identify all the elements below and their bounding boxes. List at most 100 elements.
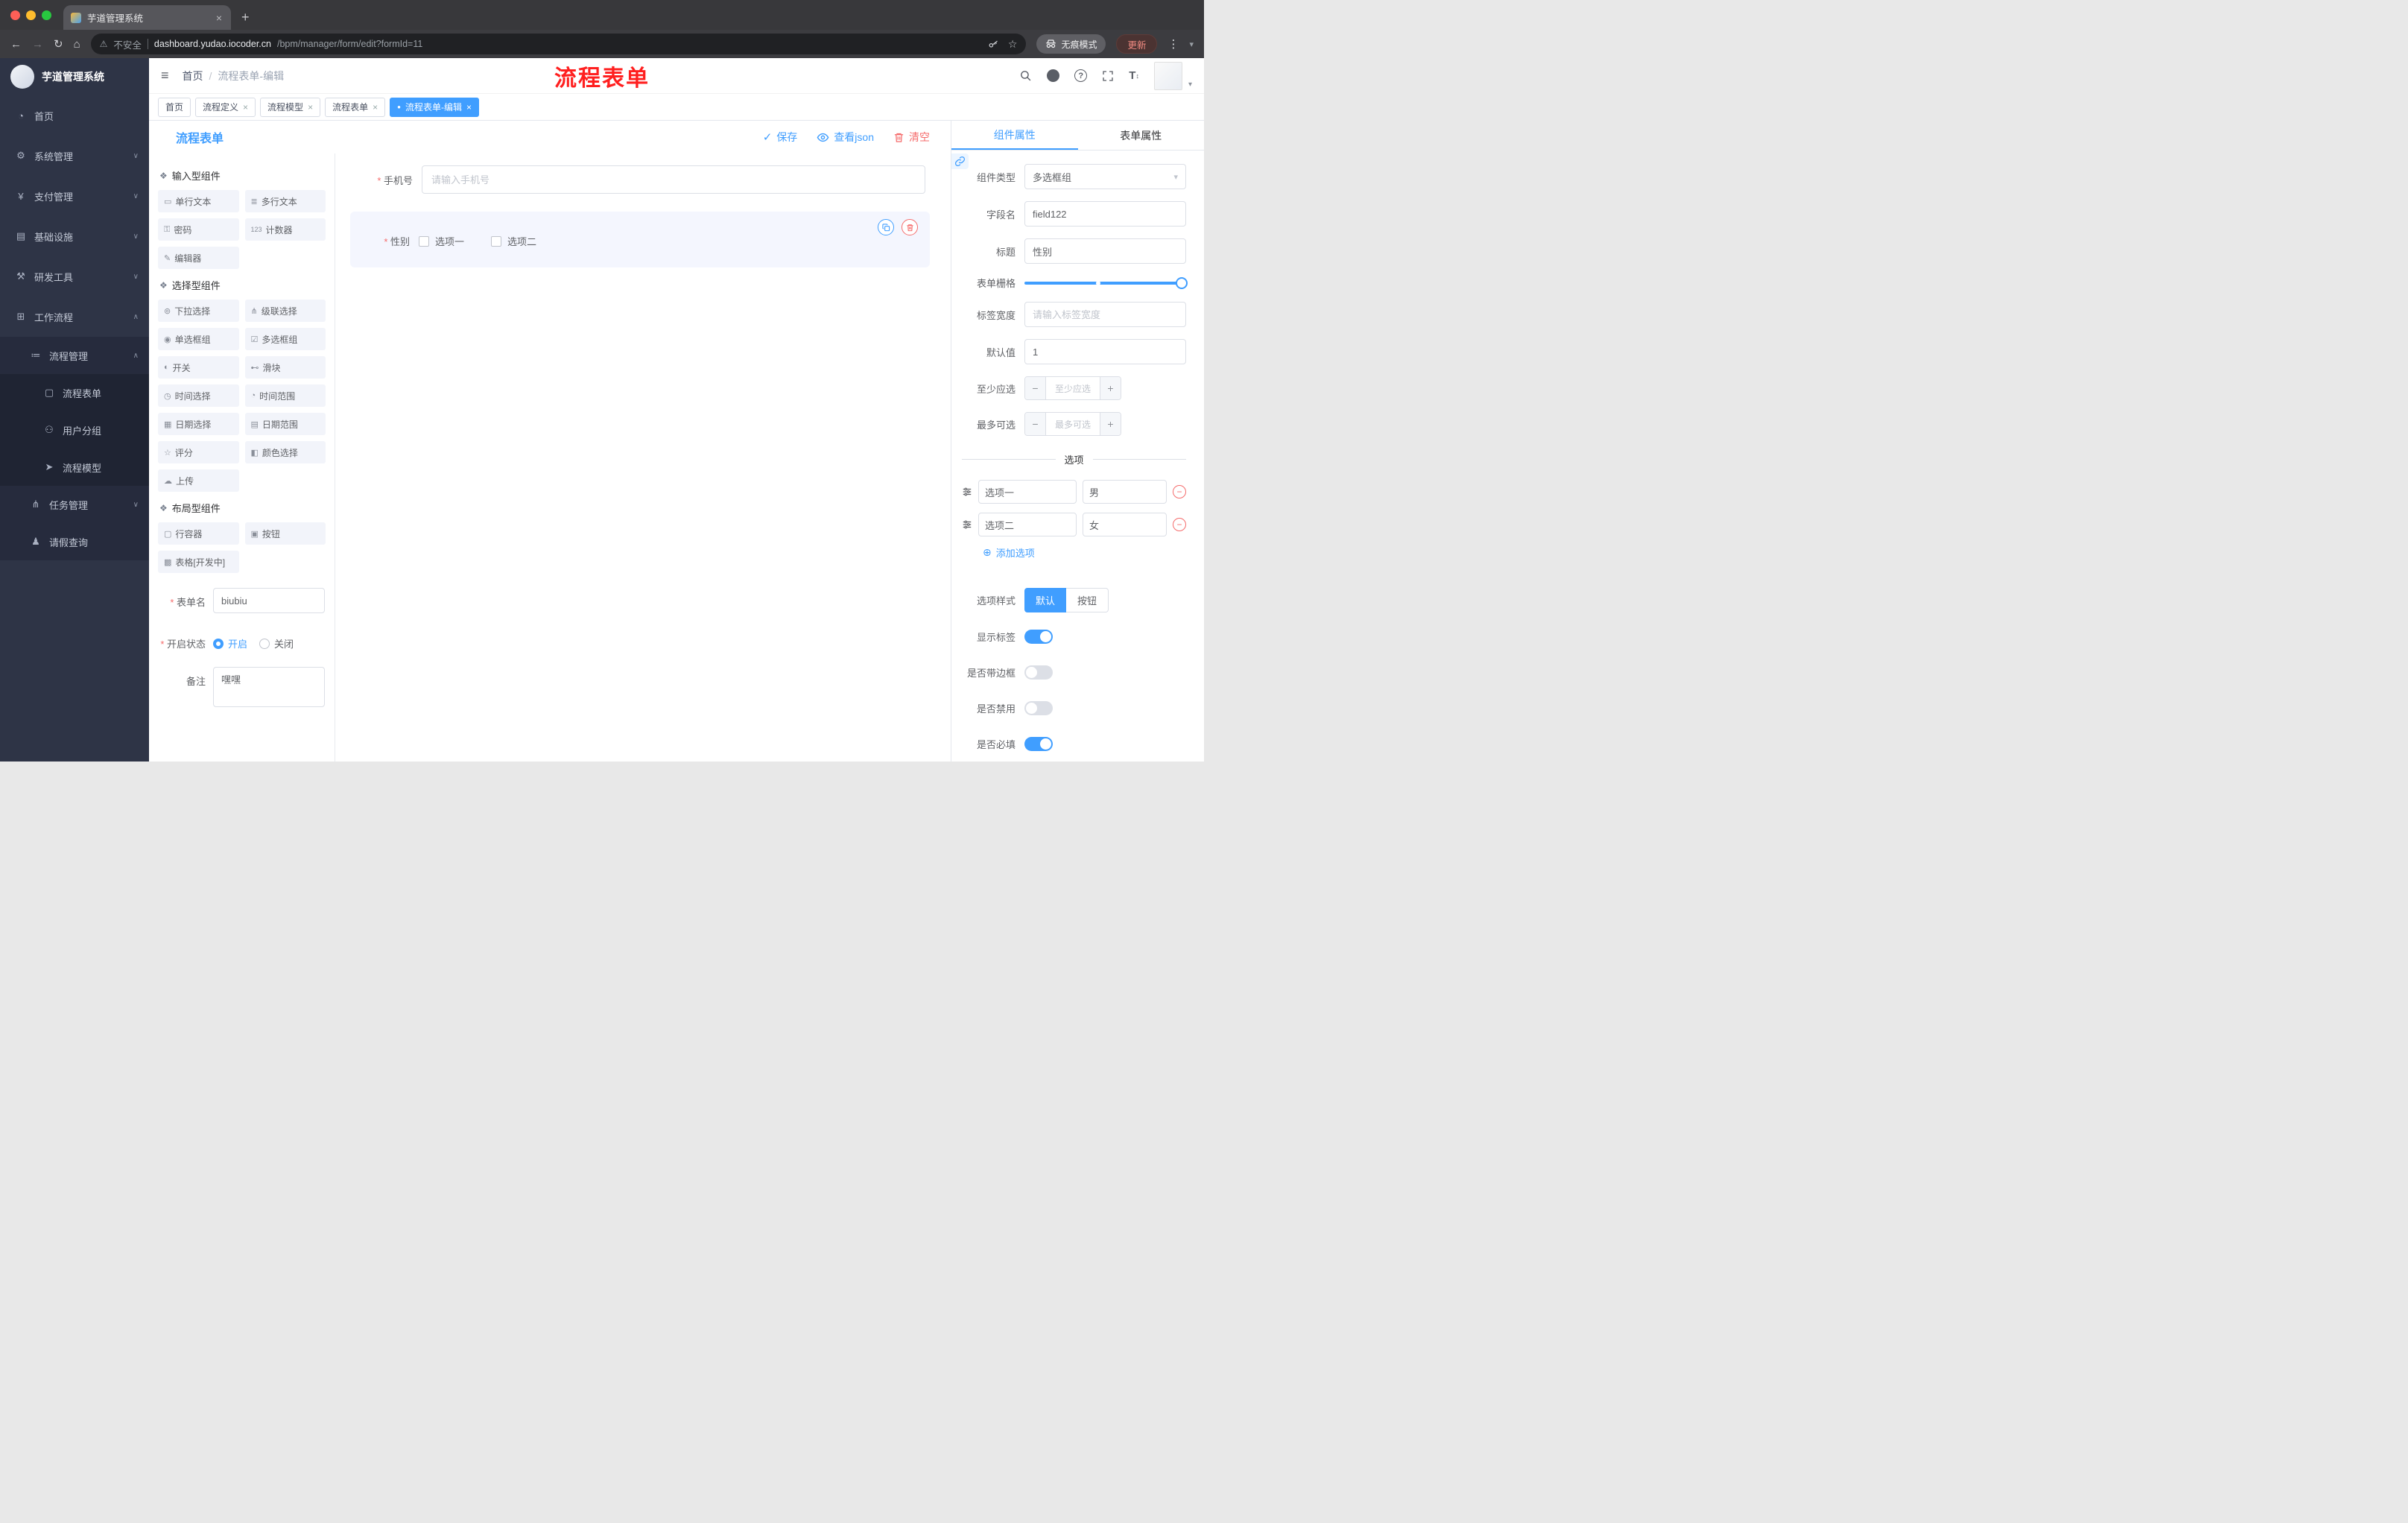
clear-button[interactable]: 清空: [893, 130, 930, 145]
avatar-chevron-down-icon[interactable]: ▾: [1188, 80, 1192, 89]
tag-process-form-edit[interactable]: ● 流程表单-编辑 ×: [390, 97, 479, 117]
palette-item-rate[interactable]: ☆ 评分: [158, 441, 239, 463]
sidebar-item-workflow[interactable]: ⊞ 工作流程 ∧: [0, 297, 149, 337]
tag-close-icon[interactable]: ×: [373, 102, 378, 113]
palette-item-date-range[interactable]: ▤ 日期范围: [244, 413, 326, 435]
sidebar-item-system[interactable]: ⚙ 系统管理 ∨: [0, 136, 149, 176]
title-input[interactable]: [1024, 238, 1186, 264]
checkbox-option-1[interactable]: 选项一: [419, 234, 464, 248]
max-select-input[interactable]: 最多可选: [1046, 413, 1100, 435]
sidebar-item-process-mgmt[interactable]: ≔ 流程管理 ∧: [0, 337, 149, 374]
tab-form-props[interactable]: 表单属性: [1078, 121, 1205, 150]
selected-component-gender[interactable]: 性别 选项一 选项二: [350, 212, 930, 267]
option-label-input[interactable]: [978, 480, 1077, 504]
sidebar-item-task-mgmt[interactable]: ⋔ 任务管理 ∨: [0, 486, 149, 523]
radio-open[interactable]: 开启: [213, 636, 247, 650]
palette-item-multi-text[interactable]: ≣ 多行文本: [244, 190, 326, 212]
palette-item-cascader[interactable]: ⋔ 级联选择: [244, 300, 326, 322]
add-option-button[interactable]: ⊕ 添加选项: [983, 545, 1186, 560]
fullscreen-icon[interactable]: [1102, 70, 1114, 82]
home-icon[interactable]: ⌂: [74, 38, 80, 51]
tag-close-icon[interactable]: ×: [308, 102, 313, 113]
radio-closed[interactable]: 关闭: [259, 636, 294, 650]
save-button[interactable]: ✓ 保存: [763, 130, 798, 145]
chevron-down-icon[interactable]: ▾: [1189, 39, 1194, 49]
palette-item-counter[interactable]: 123 计数器: [244, 218, 326, 241]
address-bar[interactable]: ⚠ 不安全 dashboard.yudao.iocoder.cn/bpm/man…: [90, 34, 1027, 54]
decrease-button[interactable]: −: [1025, 377, 1046, 399]
palette-item-switch[interactable]: ◐ 开关: [158, 356, 239, 379]
breadcrumb-home[interactable]: 首页: [183, 69, 203, 83]
sidebar-item-dev-tools[interactable]: ⚒ 研发工具 ∨: [0, 256, 149, 297]
palette-item-upload[interactable]: ☁ 上传: [158, 469, 239, 492]
style-button-button[interactable]: 按钮: [1066, 588, 1109, 612]
tag-process-model[interactable]: 流程模型 ×: [260, 97, 321, 117]
browser-update-button[interactable]: 更新: [1116, 34, 1158, 54]
tab-component-props[interactable]: 组件属性: [951, 121, 1078, 150]
browser-menu-icon[interactable]: ⋮: [1167, 37, 1179, 51]
drag-handle-icon[interactable]: [962, 487, 972, 497]
sidebar-item-process-form[interactable]: ▢ 流程表单: [0, 374, 149, 411]
increase-button[interactable]: +: [1100, 413, 1121, 435]
help-icon[interactable]: ?: [1074, 69, 1088, 82]
border-toggle[interactable]: [1024, 665, 1053, 680]
phone-field-input[interactable]: [422, 165, 925, 194]
component-type-select[interactable]: 多选框组 ▾: [1024, 164, 1186, 189]
palette-item-single-text[interactable]: ▭ 单行文本: [158, 190, 239, 212]
palette-item-time-picker[interactable]: ◷ 时间选择: [158, 384, 239, 407]
delete-component-button[interactable]: [902, 219, 918, 235]
phone-field-row[interactable]: 手机号: [353, 165, 925, 194]
tag-close-icon[interactable]: ×: [243, 102, 248, 113]
new-tab-button[interactable]: +: [231, 10, 260, 30]
default-value-input[interactable]: [1024, 339, 1186, 364]
field-name-input[interactable]: [1024, 201, 1186, 227]
palette-item-password[interactable]: ⚿ 密码: [158, 218, 239, 241]
security-label[interactable]: 不安全: [113, 37, 142, 51]
palette-item-checkbox-group[interactable]: ☑ 多选框组: [244, 328, 326, 350]
palette-item-button[interactable]: ▣ 按钮: [244, 522, 326, 545]
required-toggle[interactable]: [1024, 736, 1053, 751]
zoom-window-button[interactable]: [42, 10, 51, 20]
bookmark-star-icon[interactable]: ☆: [1008, 38, 1018, 51]
minimize-window-button[interactable]: [26, 10, 36, 20]
slider-handle[interactable]: [1176, 276, 1188, 289]
palette-item-table[interactable]: ▩ 表格[开发中]: [158, 551, 239, 573]
view-json-button[interactable]: 查看json: [817, 130, 874, 145]
drag-handle-icon[interactable]: [962, 519, 972, 530]
sidebar-item-infra[interactable]: ▤ 基础设施 ∨: [0, 216, 149, 256]
palette-item-time-range[interactable]: ◔ 时间范围: [244, 384, 326, 407]
option-value-input[interactable]: [1083, 480, 1167, 504]
remove-option-button[interactable]: −: [1173, 518, 1186, 531]
form-remark-textarea[interactable]: 嘿嘿: [213, 667, 325, 707]
forward-icon[interactable]: →: [32, 38, 43, 51]
increase-button[interactable]: +: [1100, 377, 1121, 399]
style-default-button[interactable]: 默认: [1024, 588, 1067, 612]
tab-close-icon[interactable]: ×: [215, 12, 224, 24]
reload-icon[interactable]: ↻: [54, 37, 63, 51]
sidebar-item-pay[interactable]: ¥ 支付管理 ∨: [0, 176, 149, 216]
disabled-toggle[interactable]: [1024, 700, 1053, 715]
palette-item-slider[interactable]: ⊷ 滑块: [244, 356, 326, 379]
back-icon[interactable]: ←: [10, 38, 22, 51]
palette-item-dropdown[interactable]: ⊚ 下拉选择: [158, 300, 239, 322]
checkbox-option-2[interactable]: 选项二: [491, 234, 536, 248]
user-avatar[interactable]: [1153, 61, 1182, 90]
tag-close-icon[interactable]: ×: [466, 102, 472, 113]
copy-component-button[interactable]: [878, 219, 894, 235]
browser-tab[interactable]: 芋道管理系统 ×: [63, 5, 231, 30]
grid-slider[interactable]: [1024, 276, 1188, 289]
sidebar-item-process-model[interactable]: ➤ 流程模型: [0, 449, 149, 486]
link-icon[interactable]: [951, 153, 969, 169]
font-size-icon[interactable]: T ↕: [1129, 69, 1139, 82]
label-width-input[interactable]: [1024, 302, 1186, 327]
github-icon[interactable]: [1047, 69, 1060, 82]
form-name-input[interactable]: [213, 588, 325, 613]
search-icon[interactable]: [1019, 69, 1032, 82]
palette-item-row-container[interactable]: ▢ 行容器: [158, 522, 239, 545]
option-label-input[interactable]: [978, 513, 1077, 536]
palette-item-radio-group[interactable]: ◉ 单选框组: [158, 328, 239, 350]
option-value-input[interactable]: [1083, 513, 1167, 536]
show-label-toggle[interactable]: [1024, 629, 1053, 644]
sidebar-item-leave-query[interactable]: ♟ 请假查询: [0, 523, 149, 560]
tag-process-definition[interactable]: 流程定义 ×: [195, 97, 256, 117]
